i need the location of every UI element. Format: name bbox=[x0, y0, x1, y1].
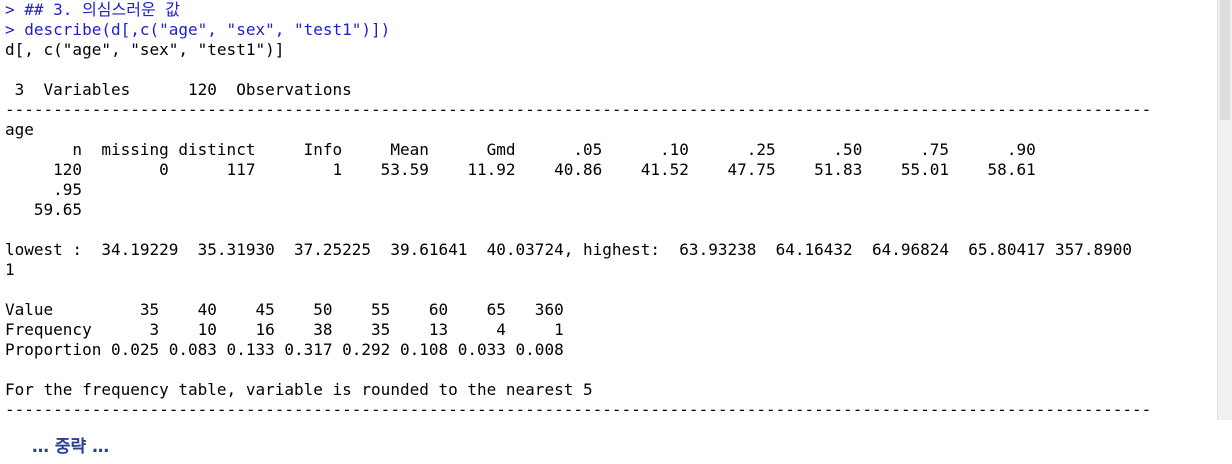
scrollbar-thumb[interactable] bbox=[1220, 0, 1230, 120]
console-output-line: 3 Variables 120 Observations bbox=[5, 80, 352, 99]
console-input-line: > ## 3. 의심스러운 값 bbox=[5, 0, 181, 19]
console-output-line: ----------------------------------------… bbox=[5, 100, 1152, 119]
console-output-line: For the frequency table, variable is rou… bbox=[5, 380, 593, 399]
console-output-line: 120 0 117 1 53.59 11.92 40.86 41.52 47.7… bbox=[5, 160, 1036, 179]
console-input-line: > describe(d[,c("age", "sex", "test1")]) bbox=[5, 20, 391, 39]
console-output-line: 1 bbox=[5, 260, 15, 279]
console-output-line: .95 bbox=[5, 180, 83, 199]
vertical-scrollbar[interactable] bbox=[1217, 0, 1232, 420]
console-output-line: Frequency 3 10 16 38 35 13 4 1 bbox=[5, 320, 564, 339]
console-output-line: d[, c("age", "sex", "test1")] bbox=[5, 40, 285, 59]
console-output-line: ----------------------------------------… bbox=[5, 400, 1152, 419]
console-output-line: Proportion 0.025 0.083 0.133 0.317 0.292… bbox=[5, 340, 564, 359]
r-console[interactable]: > ## 3. 의심스러운 값 > describe(d[,c("age", "s… bbox=[5, 0, 1217, 430]
console-output-line: 59.65 bbox=[5, 200, 83, 219]
omitted-note: … 중략 … bbox=[32, 437, 110, 457]
console-output-line: lowest : 34.19229 35.31930 37.25225 39.6… bbox=[5, 240, 1133, 259]
console-output-line: age bbox=[5, 120, 34, 139]
console-output-line: n missing distinct Info Mean Gmd .05 .10… bbox=[5, 140, 1036, 159]
console-output-line: Value 35 40 45 50 55 60 65 360 bbox=[5, 300, 564, 319]
